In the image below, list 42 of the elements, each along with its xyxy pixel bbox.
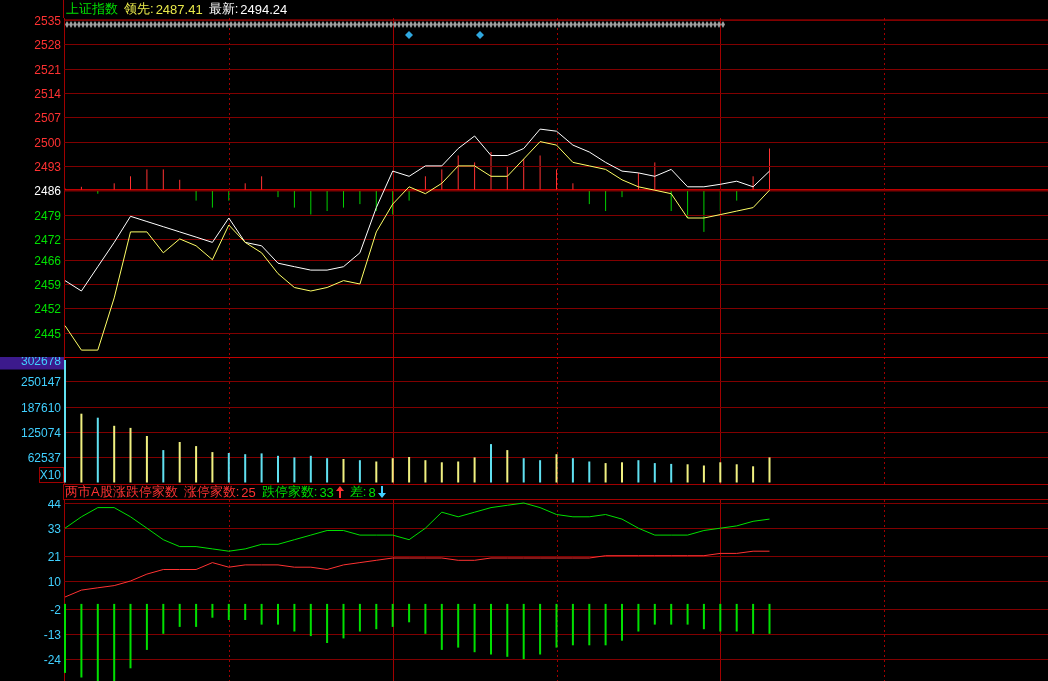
axis-label: 2459 xyxy=(34,278,61,292)
diamond-icon xyxy=(405,31,413,39)
field-label: 差: xyxy=(349,483,367,501)
axis-label: 2493 xyxy=(34,160,61,174)
axis-label: 21 xyxy=(47,550,61,564)
axis-label: 2521 xyxy=(34,63,61,77)
chart-title: 两市A股涨跌停家数 xyxy=(65,483,178,501)
axis-label: 2452 xyxy=(34,302,61,316)
field-label: 领先: xyxy=(124,0,154,18)
field-value: 8 xyxy=(368,484,376,500)
axis-label: 2479 xyxy=(34,209,61,223)
field-value: 2494.24 xyxy=(240,1,288,17)
axis-label: 125074 xyxy=(20,426,61,440)
y-tick-label: 302678 xyxy=(20,354,62,368)
axis-label: 2507 xyxy=(34,111,61,125)
axis-label: 2535 xyxy=(34,14,61,28)
axis-label: 2514 xyxy=(34,87,61,101)
axis-label: 2466 xyxy=(34,254,61,268)
field-label: 跌停家数: xyxy=(261,483,318,501)
axis-label: 302678 xyxy=(0,357,64,370)
diamond-icon xyxy=(476,31,484,39)
axis-label: 187610 xyxy=(20,401,61,415)
axis-label: 33 xyxy=(47,522,61,536)
field-label: 最新: xyxy=(208,0,239,18)
axis-label: 62537 xyxy=(27,451,61,465)
field-value: 2487.41 xyxy=(155,1,203,17)
axis-label: 2528 xyxy=(34,38,61,52)
axis-label: 10 xyxy=(47,575,61,589)
axis-label: -2 xyxy=(50,603,61,617)
axis-label: -24 xyxy=(43,653,61,667)
axis-label: 2500 xyxy=(34,136,61,150)
axis-label: 2486 xyxy=(34,184,61,198)
field-value: 33 xyxy=(319,484,334,500)
axis-label: 250147 xyxy=(20,375,61,389)
field-label: 涨停家数: xyxy=(183,483,240,501)
axis-label: -13 xyxy=(43,628,61,642)
field-value: 25 xyxy=(241,484,256,500)
axis-label: 44 xyxy=(47,500,61,511)
unit-label: X10 xyxy=(39,467,64,483)
chart-title: 上证指数 xyxy=(66,0,118,18)
axis-label: 2472 xyxy=(34,233,61,247)
axis-label: 2445 xyxy=(34,327,61,341)
